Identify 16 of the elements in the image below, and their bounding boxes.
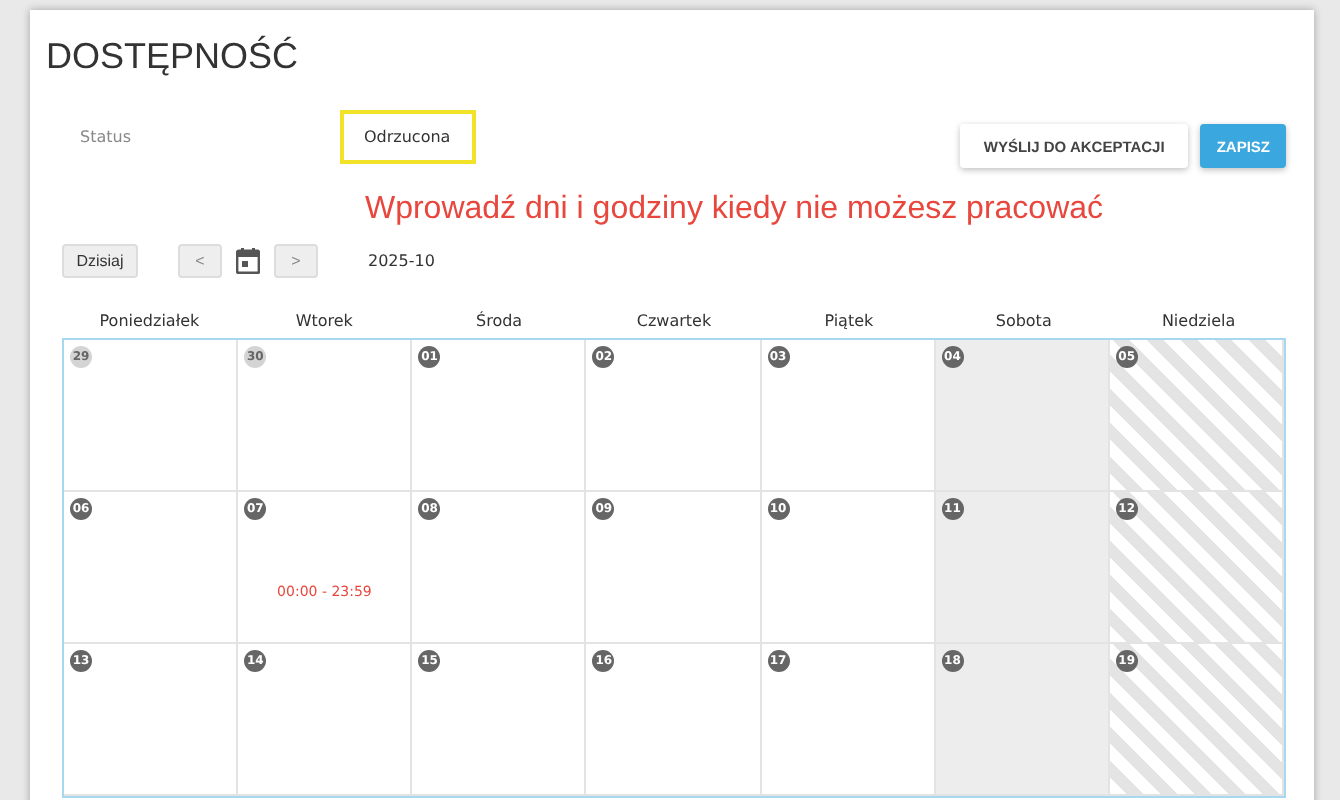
previous-button[interactable]: < [178, 243, 222, 277]
weekday-header: Sobota [993, 310, 1054, 334]
notice-text: Wprowadź dni i godziny kiedy nie możesz pracować [362, 190, 1106, 230]
weekday-header: Piątek [822, 310, 876, 334]
weekday-header: Czwartek [634, 310, 714, 334]
weekday-header: Środa [474, 309, 525, 334]
weekday-header: Wtorek [293, 310, 355, 334]
weekday-header: Niedziela [1159, 310, 1238, 334]
calendar-icon[interactable] [236, 247, 260, 273]
weekday-header: Poniedziałek [97, 310, 202, 334]
month-label: 2025-10 [368, 251, 435, 269]
status-label: Status [80, 127, 133, 145]
today-button[interactable]: Dzisiaj [62, 243, 138, 277]
status-value: Odrzucona [340, 109, 476, 163]
next-button[interactable]: > [274, 243, 318, 277]
page-title: DOSTĘPNOŚĆ [46, 33, 301, 80]
